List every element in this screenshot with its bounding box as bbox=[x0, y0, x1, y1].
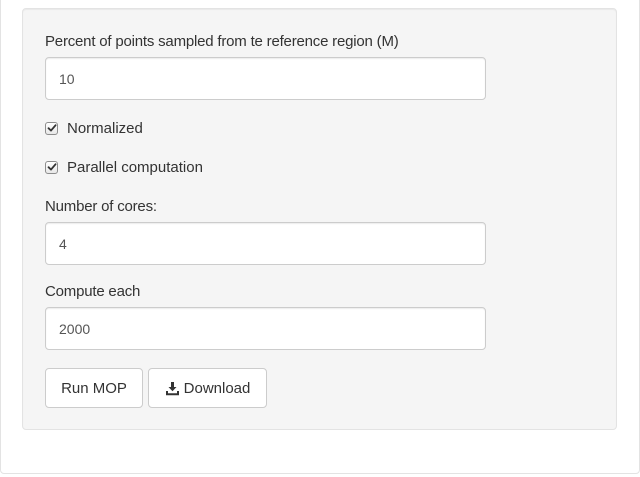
download-label: Download bbox=[183, 379, 251, 397]
parallel-checkbox[interactable] bbox=[45, 160, 58, 174]
sample-percent-input[interactable] bbox=[45, 57, 486, 100]
normalized-checkbox[interactable] bbox=[45, 121, 58, 135]
cores-input[interactable] bbox=[45, 222, 486, 265]
checkmark-icon bbox=[47, 124, 56, 132]
compute-each-input[interactable] bbox=[45, 307, 486, 350]
parallel-label: Parallel computation bbox=[67, 158, 203, 176]
cores-label: Number of cores: bbox=[45, 198, 157, 215]
sample-percent-label: Percent of points sampled from te refere… bbox=[45, 33, 399, 50]
parallel-checkbox-row[interactable]: Parallel computation bbox=[45, 157, 203, 177]
download-button[interactable]: Download bbox=[148, 368, 267, 408]
download-icon bbox=[165, 381, 180, 396]
checkmark-icon bbox=[47, 163, 56, 171]
run-mop-label: Run MOP bbox=[61, 379, 127, 397]
run-mop-button[interactable]: Run MOP bbox=[45, 368, 143, 408]
normalized-label: Normalized bbox=[67, 119, 143, 137]
normalized-checkbox-row[interactable]: Normalized bbox=[45, 118, 143, 138]
compute-each-label: Compute each bbox=[45, 283, 141, 300]
